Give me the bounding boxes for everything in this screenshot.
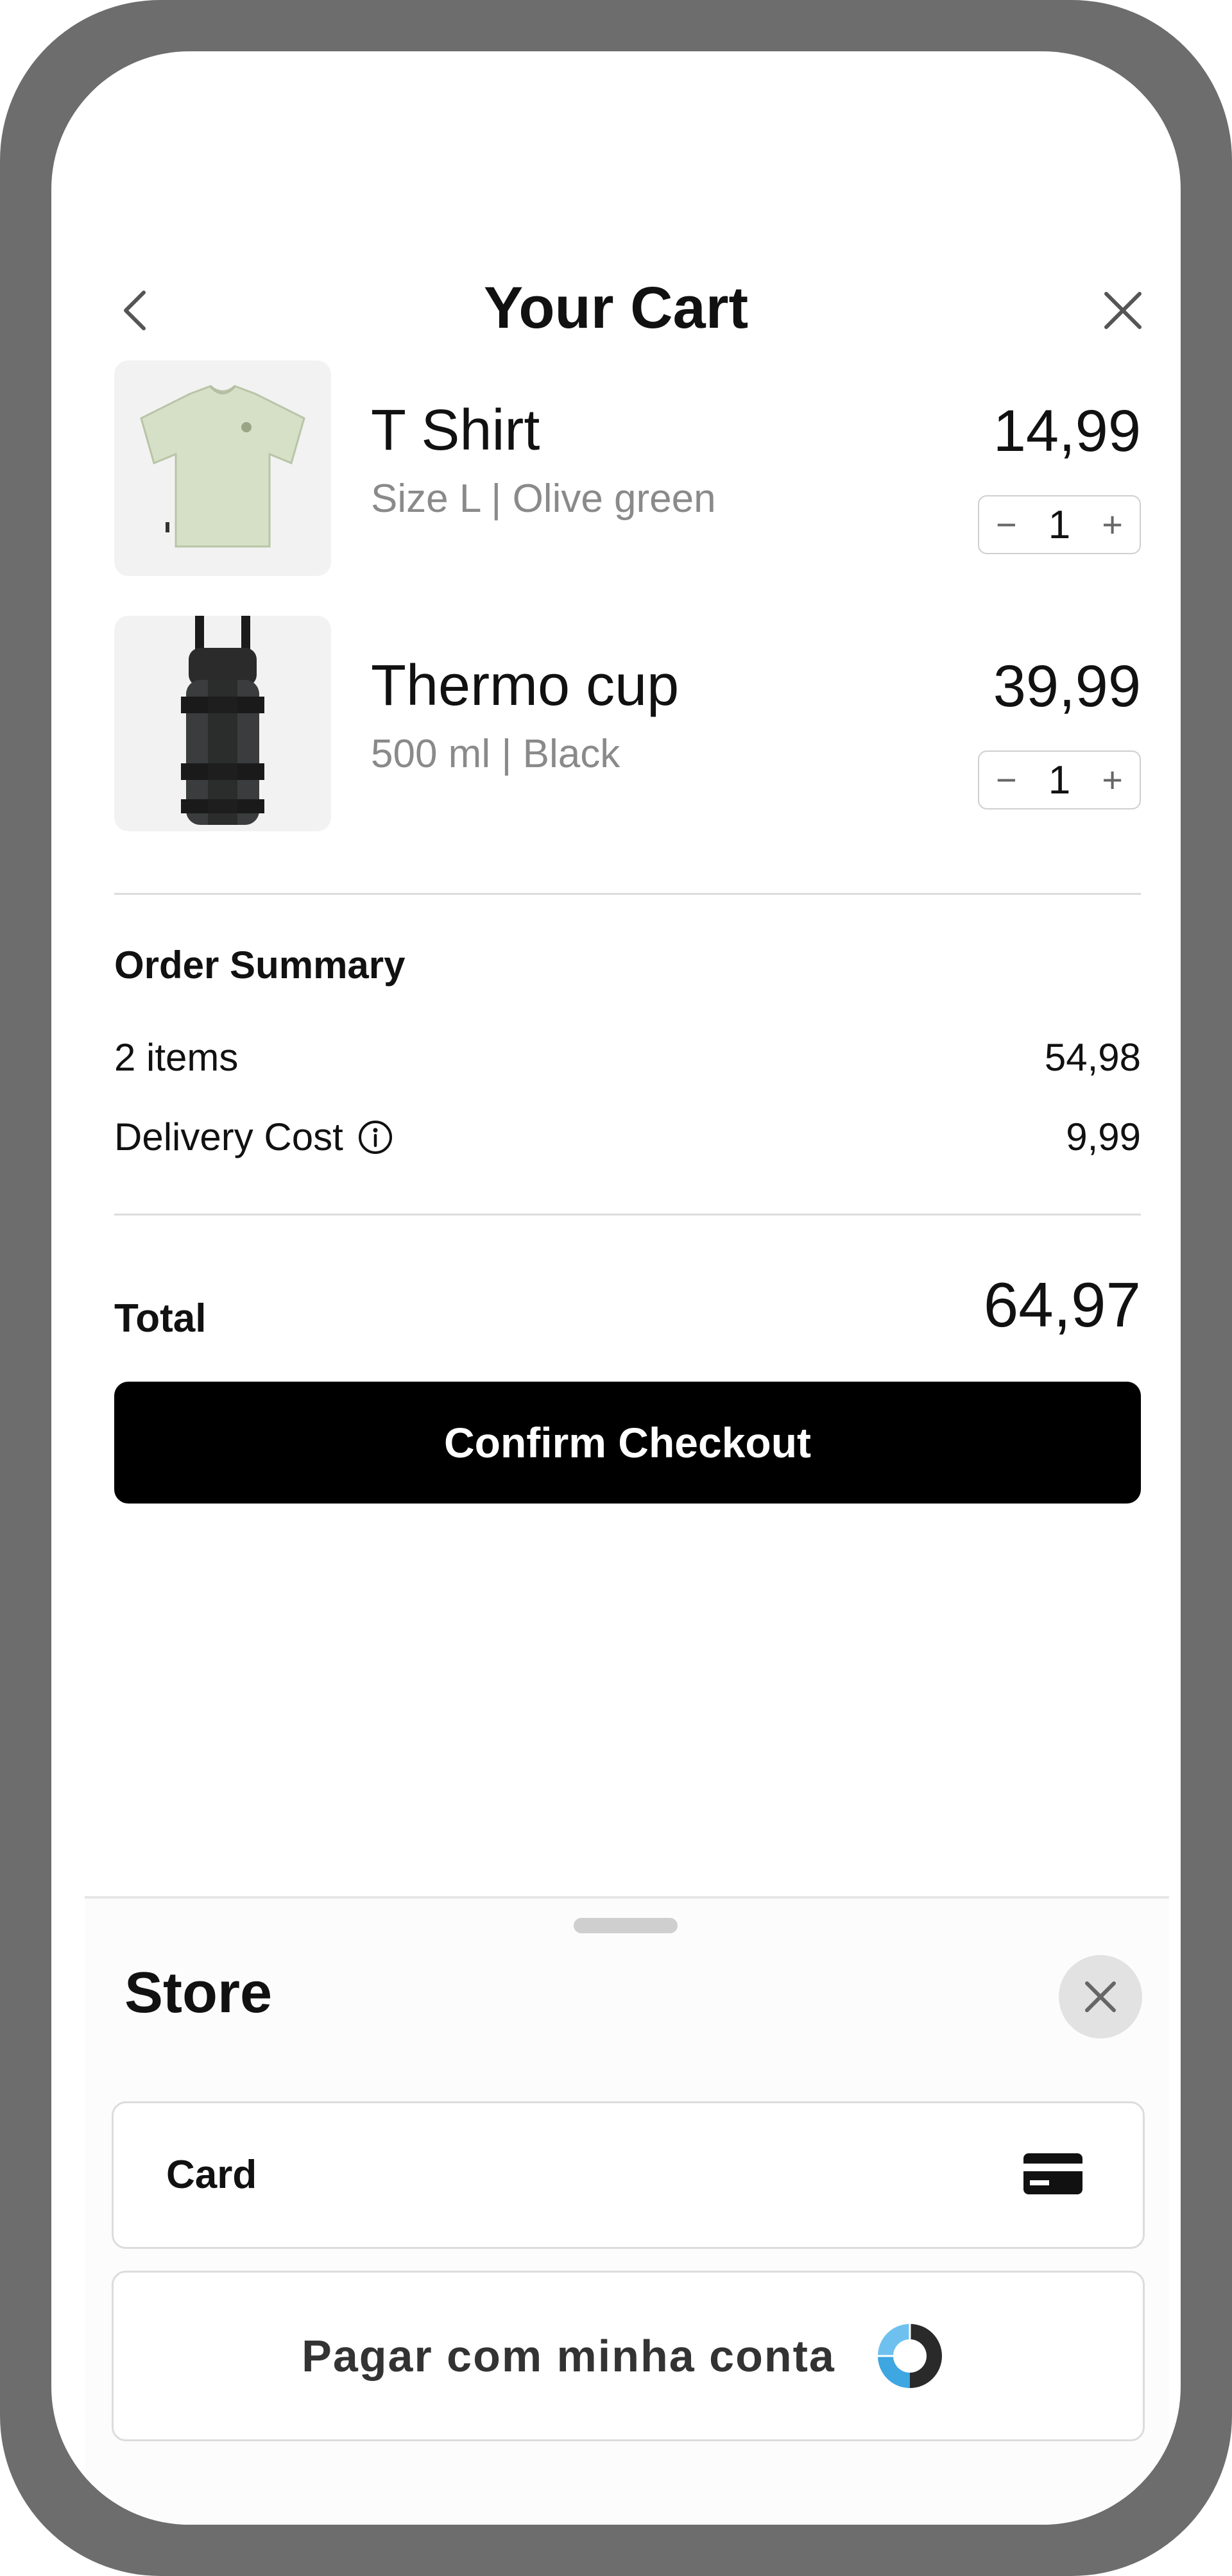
- sheet-handle[interactable]: [574, 1918, 678, 1933]
- delivery-value: 9,99: [1066, 1115, 1141, 1158]
- cart-item: T Shirt Size L | Olive green 14,99 − 1 +: [114, 360, 1141, 579]
- item-price: 14,99: [993, 398, 1141, 464]
- item-name: T Shirt: [371, 398, 540, 462]
- total-label: Total: [114, 1296, 207, 1341]
- sheet-title: Store: [124, 1961, 273, 2025]
- delivery-row: Delivery Cost 9,99: [114, 1115, 1141, 1166]
- screen: Your Cart T Shirt Size L | Olive green 1…: [51, 51, 1181, 2525]
- item-variant: Size L | Olive green: [371, 477, 716, 521]
- decrease-quantity-button[interactable]: −: [996, 507, 1017, 543]
- close-icon: [1085, 1981, 1116, 2012]
- total-value: 64,97: [983, 1269, 1141, 1340]
- card-label: Card: [166, 2153, 257, 2197]
- item-price: 39,99: [993, 654, 1141, 719]
- close-icon: [1104, 292, 1142, 329]
- close-button[interactable]: [1097, 285, 1149, 336]
- product-image-t-shirt[interactable]: [114, 360, 331, 576]
- item-name: Thermo cup: [371, 654, 680, 718]
- item-variant: 500 ml | Black: [371, 732, 620, 776]
- items-label: 2 items: [114, 1036, 239, 1079]
- items-value: 54,98: [1044, 1036, 1141, 1079]
- delivery-label: Delivery Cost: [114, 1115, 343, 1158]
- quantity-stepper: − 1 +: [978, 495, 1141, 554]
- thermo-cup-image: [181, 616, 264, 825]
- divider: [114, 893, 1141, 895]
- back-button[interactable]: [109, 285, 160, 336]
- pay-with-account-label: Pagar com minha conta: [302, 2331, 835, 2381]
- quantity-value: 1: [1048, 758, 1071, 802]
- pay-with-card-option[interactable]: Card: [112, 2101, 1145, 2249]
- payment-sheet: Store Card Pagar com minha conta: [85, 1896, 1169, 2525]
- product-image-thermo-cup[interactable]: [114, 616, 331, 831]
- sheet-close-button[interactable]: [1059, 1955, 1142, 2038]
- page-title: Your Cart: [483, 275, 749, 341]
- cart-item: Thermo cup 500 ml | Black 39,99 − 1 +: [114, 616, 1141, 834]
- t-shirt-image: [140, 385, 305, 548]
- info-icon[interactable]: [357, 1119, 393, 1155]
- items-row: 2 items 54,98: [114, 1035, 1141, 1087]
- increase-quantity-button[interactable]: +: [1102, 507, 1123, 543]
- device-frame: Your Cart T Shirt Size L | Olive green 1…: [0, 0, 1232, 2576]
- account-logo-icon: [877, 2324, 942, 2388]
- increase-quantity-button[interactable]: +: [1102, 762, 1123, 798]
- order-summary-title: Order Summary: [114, 944, 406, 987]
- quantity-stepper: − 1 +: [978, 750, 1141, 809]
- chevron-left-icon: [124, 291, 146, 330]
- header: Your Cart: [51, 257, 1181, 359]
- decrease-quantity-button[interactable]: −: [996, 762, 1017, 798]
- quantity-value: 1: [1048, 502, 1071, 547]
- credit-card-icon: [1023, 2153, 1082, 2194]
- confirm-checkout-button[interactable]: Confirm Checkout: [114, 1382, 1141, 1504]
- pay-with-account-option[interactable]: Pagar com minha conta: [112, 2271, 1145, 2441]
- divider: [114, 1214, 1141, 1216]
